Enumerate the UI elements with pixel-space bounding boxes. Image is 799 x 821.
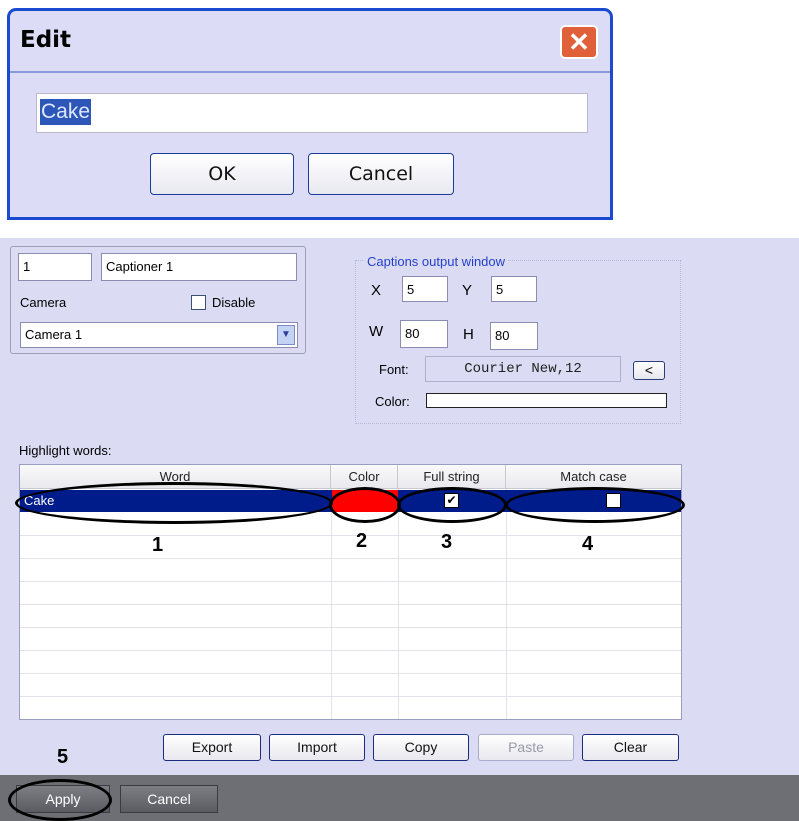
edit-dialog: Edit ✕ Cake OK Cancel (7, 8, 613, 220)
import-button[interactable]: Import (269, 734, 365, 761)
row-divider (20, 627, 681, 628)
row-divider (20, 604, 681, 605)
edit-text-input[interactable]: Cake (36, 93, 588, 133)
disable-label: Disable (212, 295, 256, 310)
edit-dialog-title: Edit (20, 27, 72, 53)
row-divider (20, 558, 681, 559)
clear-button[interactable]: Clear (582, 734, 679, 761)
color-swatch[interactable] (426, 393, 667, 408)
font-label: Font: (379, 362, 409, 377)
paste-button[interactable]: Paste (478, 734, 574, 761)
row-divider (20, 650, 681, 651)
annotation-oval-5 (8, 779, 112, 821)
name-field[interactable]: Captioner 1 (101, 253, 297, 281)
y-field[interactable]: 5 (491, 276, 537, 302)
camera-select[interactable]: Camera 1 (20, 322, 298, 348)
annotation-oval-2 (329, 487, 401, 523)
camera-select-value: Camera 1 (25, 327, 83, 342)
annotation-oval-1 (15, 482, 333, 524)
column-header-match-case[interactable]: Match case (506, 465, 681, 489)
x-field[interactable]: 5 (402, 276, 448, 302)
font-picker-button[interactable]: < (633, 361, 665, 380)
chevron-down-icon[interactable]: ▼ (277, 325, 295, 345)
column-header-full-string[interactable]: Full string (398, 465, 506, 489)
w-field[interactable]: 80 (400, 320, 448, 348)
captioner-settings-panel: 1 Captioner 1 Camera Disable Camera 1 ▼ … (0, 238, 799, 821)
highlight-words-label: Highlight words: (19, 443, 112, 458)
cancel-button[interactable]: Cancel (120, 785, 218, 813)
h-field[interactable]: 80 (490, 322, 538, 350)
dialog-cancel-button[interactable]: Cancel (308, 153, 454, 195)
copy-button[interactable]: Copy (373, 734, 469, 761)
row-divider (20, 696, 681, 697)
w-label: W (369, 323, 384, 340)
export-button[interactable]: Export (163, 734, 261, 761)
disable-checkbox[interactable] (191, 295, 206, 310)
edit-input-selected-text: Cake (40, 99, 92, 125)
annotation-oval-4 (505, 487, 685, 523)
annotation-number-1: 1 (152, 534, 164, 556)
row-divider (20, 673, 681, 674)
color-label: Color: (375, 394, 410, 409)
annotation-number-3: 3 (441, 531, 453, 553)
x-label: X (371, 282, 382, 299)
footer-bar: Apply Cancel (0, 775, 799, 821)
ok-button[interactable]: OK (150, 153, 294, 195)
camera-label: Camera (20, 295, 67, 310)
row-divider (20, 581, 681, 582)
column-header-color[interactable]: Color (331, 465, 398, 489)
h-label: H (463, 326, 474, 343)
font-field: Courier New,12 (425, 356, 621, 382)
y-label: Y (462, 282, 473, 299)
annotation-oval-3 (397, 487, 507, 523)
annotation-number-5: 5 (57, 746, 69, 768)
edit-dialog-titlebar: Edit ✕ (10, 11, 610, 73)
annotation-number-2: 2 (356, 530, 368, 552)
annotation-number-4: 4 (582, 533, 594, 555)
close-icon[interactable]: ✕ (560, 25, 598, 59)
id-field[interactable]: 1 (18, 253, 92, 281)
captions-output-title: Captions output window (364, 254, 509, 269)
